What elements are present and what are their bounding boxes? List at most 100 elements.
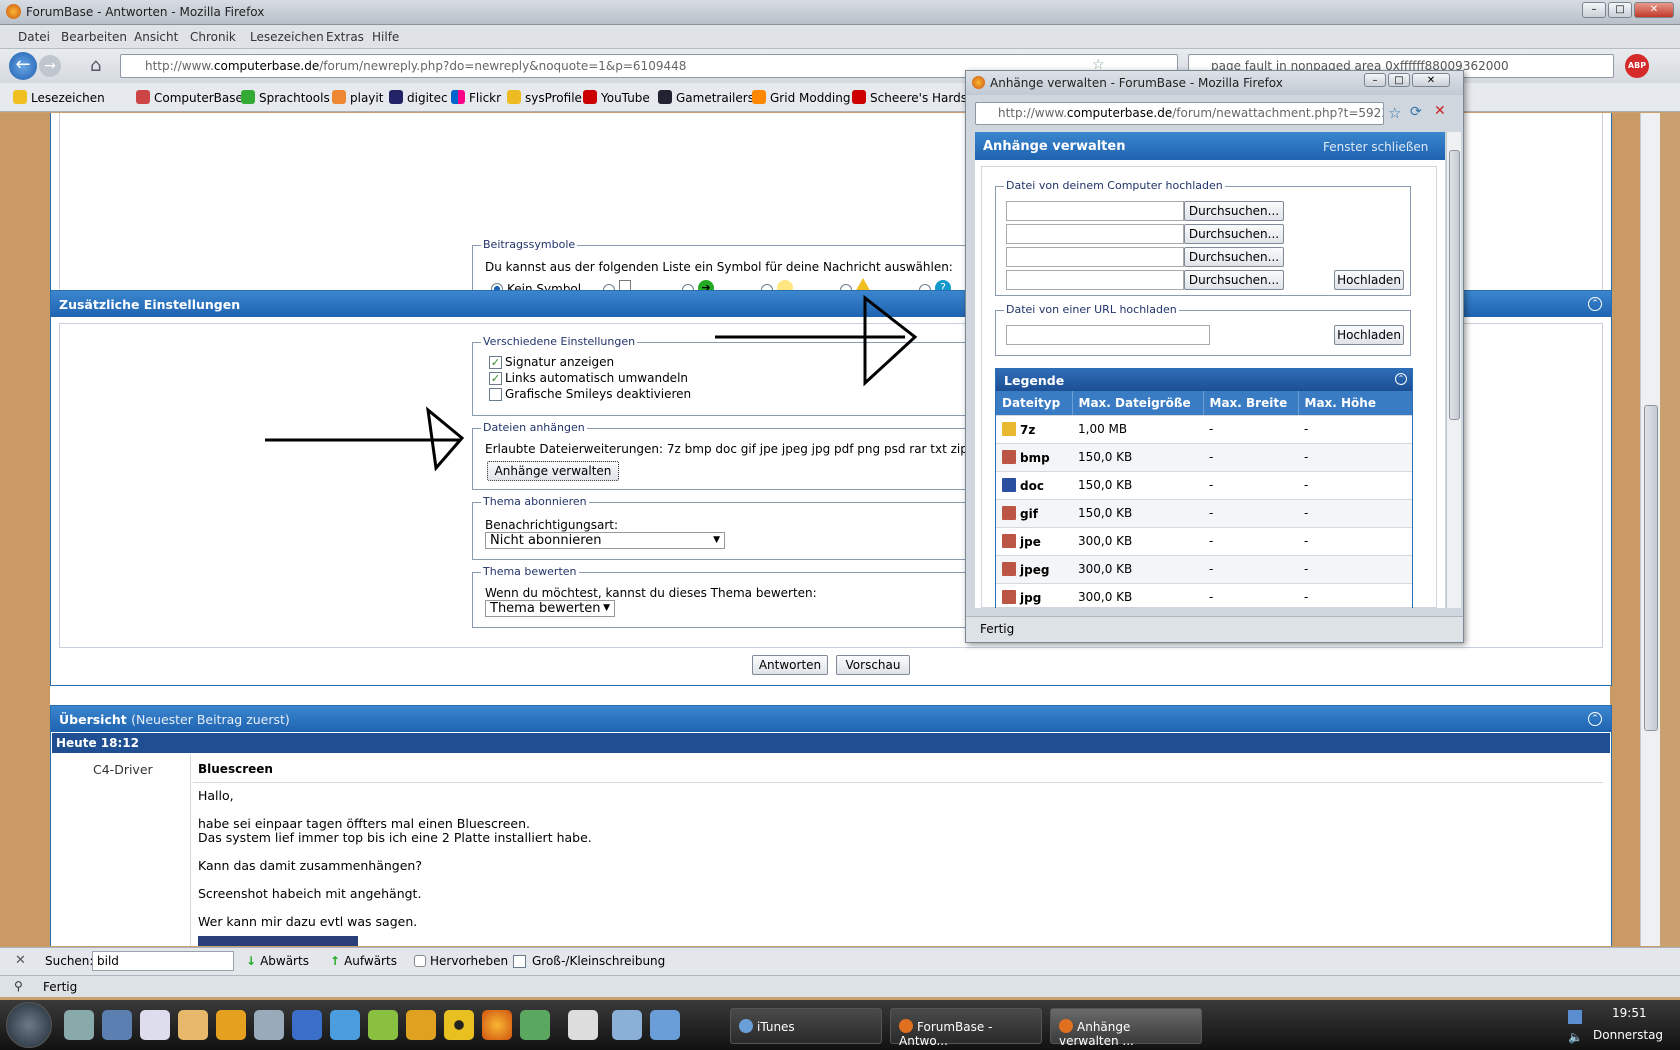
popup-minimize-button[interactable]: –: [1364, 73, 1386, 87]
browse-button[interactable]: Durchsuchen...: [1184, 201, 1284, 221]
main-scrollbar[interactable]: [1640, 113, 1660, 946]
browse-button[interactable]: Durchsuchen...: [1184, 224, 1284, 244]
menu-ansicht[interactable]: Ansicht: [134, 30, 178, 44]
book-icon[interactable]: [368, 1010, 398, 1040]
adblock-icon[interactable]: ABP: [1625, 54, 1649, 78]
match-case-checkbox[interactable]: [513, 955, 526, 968]
monitor-icon[interactable]: [254, 1010, 284, 1040]
taskbar-forumbase[interactable]: ForumBase - Antwo...: [890, 1008, 1042, 1048]
bookmark-youtube[interactable]: YouTube: [583, 90, 650, 105]
recycle-bin-icon[interactable]: [64, 1010, 94, 1040]
status-text: Fertig: [43, 980, 78, 994]
post-line: Kann das damit zusammenhängen?: [198, 858, 422, 873]
arch-icon[interactable]: [612, 1010, 642, 1040]
tasks-icon[interactable]: [140, 1010, 170, 1040]
computer-icon[interactable]: [102, 1010, 132, 1040]
popup-url-bar[interactable]: http://www.computerbase.de/forum/newatta…: [975, 102, 1384, 125]
upload-button[interactable]: Hochladen: [1334, 270, 1404, 290]
taskbar-attachments[interactable]: Anhänge verwalten ...: [1050, 1008, 1202, 1048]
digitec-icon: [389, 90, 403, 104]
file-input[interactable]: [1006, 270, 1184, 290]
image-file-icon: [1002, 449, 1016, 464]
browse-button[interactable]: Durchsuchen...: [1184, 247, 1284, 267]
bookmark-scheeres[interactable]: Scheere's Hardsty: [852, 90, 979, 105]
menu-lesezeichen[interactable]: Lesezeichen: [250, 30, 324, 44]
app-icon[interactable]: [330, 1010, 360, 1040]
close-window-link[interactable]: Fenster schließen: [1323, 140, 1428, 154]
post-date: Heute 18:12: [56, 736, 139, 750]
popup-star-icon[interactable]: ☆: [1388, 104, 1401, 122]
word-file-icon: [1002, 477, 1016, 492]
bookmark-sysprofile[interactable]: sysProfile: [507, 90, 582, 105]
itunes-quick-icon[interactable]: [650, 1010, 680, 1040]
taskbar-itunes[interactable]: iTunes: [730, 1008, 882, 1044]
forward-button-icon[interactable]: →: [39, 55, 61, 77]
url-upload-button[interactable]: Hochladen: [1334, 325, 1404, 345]
menu-datei[interactable]: Datei: [18, 30, 50, 44]
popup-maximize-button[interactable]: □: [1388, 73, 1410, 87]
image-file-icon: [1002, 589, 1016, 604]
bookmark-digitec[interactable]: digitec: [389, 90, 448, 105]
volume-icon[interactable]: 🔈: [1568, 1030, 1583, 1044]
bookmark-gametrailers[interactable]: Gametrailers: [658, 90, 754, 105]
file-input[interactable]: [1006, 224, 1184, 244]
network-icon[interactable]: [292, 1010, 322, 1040]
popup-scrollbar-thumb[interactable]: [1449, 150, 1460, 420]
home-icon[interactable]: ⌂: [90, 55, 110, 76]
collapse-icon[interactable]: ⌃: [1588, 712, 1602, 726]
find-next-button[interactable]: ↓ Abwärts: [246, 954, 309, 968]
find-label: Suchen:: [45, 954, 94, 968]
clock-day[interactable]: Donnerstag: [1593, 1028, 1663, 1042]
firefox-icon: [899, 1019, 913, 1033]
skull-icon[interactable]: [568, 1010, 598, 1040]
find-input[interactable]: bild: [92, 951, 234, 971]
bookmark-sprachtools[interactable]: Sprachtools: [241, 90, 330, 105]
bookmark-playit[interactable]: playit: [332, 90, 383, 105]
tools-icon[interactable]: [406, 1010, 436, 1040]
main-scrollbar-thumb[interactable]: [1644, 405, 1658, 731]
info-icon[interactable]: [216, 1010, 246, 1040]
match-case-label: Groß-/Kleinschreibung: [532, 954, 666, 968]
popup-stop-icon[interactable]: ✕: [1434, 103, 1446, 119]
itunes-icon: [739, 1019, 753, 1033]
menu-extras[interactable]: Extras: [326, 30, 364, 44]
start-button-icon[interactable]: [6, 1002, 52, 1048]
browse-button[interactable]: Durchsuchen...: [1184, 270, 1284, 290]
url-input[interactable]: [1006, 325, 1210, 345]
people-icon[interactable]: [520, 1010, 550, 1040]
highlight-button[interactable]: Hervorheben: [414, 954, 508, 968]
table-row: 7z 1,00 MB - -: [996, 415, 1412, 444]
close-button[interactable]: ✕: [1634, 2, 1674, 18]
firefox-taskbar-icon[interactable]: [482, 1010, 512, 1040]
back-button-icon[interactable]: ←: [9, 52, 37, 80]
col-header: Max. Dateigröße: [1072, 391, 1204, 416]
file-input[interactable]: [1006, 201, 1184, 221]
close-findbar-icon[interactable]: ✕: [15, 953, 26, 968]
disc-icon[interactable]: [444, 1010, 474, 1040]
popup-reload-icon[interactable]: ⟳: [1410, 104, 1422, 120]
bookmark-flickr[interactable]: Flickr: [451, 90, 501, 105]
bookmark-grid-modding[interactable]: Grid Modding: [752, 90, 850, 105]
network-tray-icon[interactable]: [1568, 1010, 1582, 1024]
bookmark-lesezeichen[interactable]: Lesezeichen: [13, 90, 105, 105]
file-input[interactable]: [1006, 247, 1184, 267]
menu-bearbeiten[interactable]: Bearbeiten: [61, 30, 127, 44]
find-prev-button[interactable]: ↑ Aufwärts: [330, 954, 397, 968]
maximize-button[interactable]: □: [1608, 2, 1632, 18]
popup-scrollbar[interactable]: [1446, 132, 1461, 608]
mail-icon[interactable]: [178, 1010, 208, 1040]
bookmark-computerbase[interactable]: ComputerBase: [136, 90, 243, 105]
url-upload-legend: Datei von einer URL hochladen: [1004, 303, 1179, 316]
attachments-popup-window: Anhänge verwalten - ForumBase - Mozilla …: [965, 70, 1464, 643]
highlight-icon: [414, 955, 426, 967]
clock-time[interactable]: 19:51: [1612, 1006, 1647, 1020]
overview-subtitle: (Neuester Beitrag zuerst): [131, 712, 290, 727]
table-row: gif 150,0 KB - -: [996, 499, 1412, 528]
menu-chronik[interactable]: Chronik: [190, 30, 236, 44]
attachment-thumbnail[interactable]: [198, 936, 358, 946]
collapse-icon[interactable]: ⌃: [1395, 373, 1407, 385]
popup-close-button[interactable]: ✕: [1412, 73, 1450, 87]
menu-hilfe[interactable]: Hilfe: [372, 30, 399, 44]
taskbar: iTunes ForumBase - Antwo... Anhänge verw…: [0, 1000, 1680, 1050]
minimize-button[interactable]: –: [1582, 2, 1606, 18]
